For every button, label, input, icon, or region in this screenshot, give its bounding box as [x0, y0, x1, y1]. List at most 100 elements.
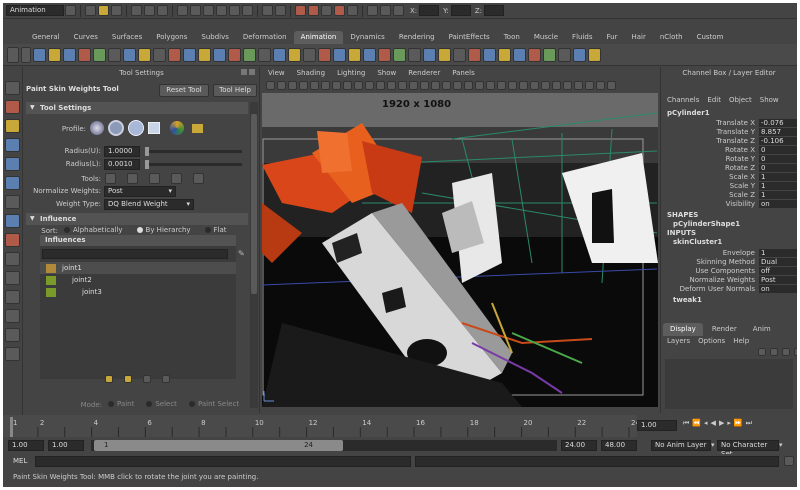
manipulator-tool-icon[interactable] — [5, 195, 20, 209]
step-forward-frame-icon[interactable]: ▸ — [727, 419, 731, 428]
channel-value[interactable]: -0.076 — [759, 119, 797, 128]
rotate-tool-icon[interactable] — [5, 157, 20, 171]
create-clip-icon[interactable] — [153, 47, 166, 62]
viewport-tool-27-icon[interactable] — [552, 81, 561, 90]
lasso-tool-icon[interactable] — [5, 100, 20, 114]
viewport-tool-32-icon[interactable] — [607, 81, 616, 90]
radius-u-field[interactable]: 1.0000 — [104, 146, 140, 157]
channel-object-name[interactable]: pCylinder1 — [661, 108, 797, 119]
channel-row[interactable]: Scale Z 1 — [661, 191, 797, 200]
viewport-tool-12-icon[interactable] — [387, 81, 396, 90]
channel-value[interactable]: 1 — [759, 173, 797, 182]
viewport-tool-23-icon[interactable] — [508, 81, 517, 90]
snap-surface-icon[interactable] — [229, 5, 240, 16]
reset-tool-button[interactable]: Reset Tool — [159, 84, 209, 97]
radius-l-slider-handle[interactable] — [145, 160, 149, 169]
copy-weights-icon[interactable] — [288, 47, 301, 62]
channel-value[interactable]: 0 — [759, 146, 797, 155]
influence-pin-icon[interactable]: ✎ — [238, 250, 246, 258]
viewport-tool-21-icon[interactable] — [486, 81, 495, 90]
add-influence-icon[interactable] — [333, 47, 346, 62]
ik-handle-icon[interactable] — [198, 47, 211, 62]
channel-value[interactable]: 1 — [759, 249, 797, 258]
snap-point-icon[interactable] — [203, 5, 214, 16]
channel-value[interactable]: off — [759, 267, 797, 276]
scrollbar-thumb[interactable] — [251, 114, 257, 294]
time-slider[interactable]: 124681012141618202224 — [3, 415, 640, 437]
weight-hammer-icon[interactable] — [149, 173, 160, 184]
mode-option-select[interactable]: Select — [146, 400, 177, 408]
new-layer-from-selected-icon[interactable] — [794, 348, 797, 356]
channel-menu-edit[interactable]: Edit — [707, 93, 721, 107]
sort-option-by-hierarchy[interactable]: By Hierarchy — [136, 226, 191, 234]
input-line-menu-icon[interactable] — [367, 5, 378, 16]
paint-weights-icon[interactable] — [258, 47, 271, 62]
viewport-tool-6-icon[interactable] — [321, 81, 330, 90]
current-time-marker[interactable] — [10, 417, 13, 437]
viewport-tool-9-icon[interactable] — [354, 81, 363, 90]
wrinkle-icon[interactable] — [558, 47, 571, 62]
character-set-icon[interactable] — [168, 47, 181, 62]
layer-menu-options[interactable]: Options — [698, 337, 725, 345]
viewport-menu-shading[interactable]: Shading — [297, 67, 325, 79]
layer-menu-layers[interactable]: Layers — [667, 337, 690, 345]
shelf-tab-deformation[interactable]: Deformation — [236, 31, 294, 44]
highlight-selection-icon[interactable] — [393, 5, 404, 16]
render-settings-icon[interactable] — [321, 5, 332, 16]
play-backward-icon[interactable]: ◀ — [711, 419, 716, 428]
gaussian-brush-icon[interactable] — [90, 121, 104, 135]
layer-tab-anim[interactable]: Anim — [746, 323, 778, 336]
viewport-tool-14-icon[interactable] — [409, 81, 418, 90]
z-field[interactable] — [484, 5, 505, 16]
paint-tool-icon[interactable] — [5, 233, 20, 247]
open-scene-icon[interactable] — [98, 5, 109, 16]
scale-constraint-icon[interactable] — [393, 47, 406, 62]
shelf-tab-general[interactable]: General — [25, 31, 67, 44]
graph-editor-layout-icon[interactable] — [5, 328, 20, 342]
dope-sheet-icon[interactable] — [123, 47, 136, 62]
scale-tool-icon[interactable] — [5, 176, 20, 190]
viewport-tool-22-icon[interactable] — [497, 81, 506, 90]
float-panel-icon[interactable] — [241, 69, 247, 75]
playback-start-field[interactable]: 1.00 — [48, 439, 84, 451]
set-key-rotate-icon[interactable] — [78, 47, 91, 62]
render-view-icon[interactable] — [334, 5, 345, 16]
cluster-icon[interactable] — [528, 47, 541, 62]
weight-type-select[interactable]: DQ Blend Weight ▾ — [104, 199, 194, 210]
wire-icon[interactable] — [543, 47, 556, 62]
y-field[interactable] — [450, 5, 471, 16]
joint-row[interactable]: joint2 — [40, 274, 236, 286]
viewport-tool-8-icon[interactable] — [343, 81, 352, 90]
detach-skin-icon[interactable] — [303, 47, 316, 62]
channel-row[interactable]: Rotate Z 0 — [661, 164, 797, 173]
step-back-frame-icon[interactable]: ◂ — [704, 419, 708, 428]
range-slider[interactable]: 1 24 — [91, 439, 557, 451]
viewport-tool-16-icon[interactable] — [431, 81, 440, 90]
command-input[interactable] — [35, 455, 411, 467]
mode-option-paint[interactable]: Paint — [108, 400, 134, 408]
blend-shape-icon[interactable] — [498, 47, 511, 62]
go-to-bind-pose-icon[interactable] — [318, 47, 331, 62]
layer-move-down-icon[interactable] — [770, 348, 778, 356]
tool-settings-section-header[interactable]: Tool Settings — [26, 102, 248, 114]
tweak-name[interactable]: tweak1 — [661, 296, 797, 305]
move-weights-icon[interactable] — [171, 173, 182, 184]
smooth-bind-icon[interactable] — [228, 47, 241, 62]
close-panel-icon[interactable] — [249, 69, 255, 75]
save-scene-icon[interactable] — [111, 5, 122, 16]
channel-value[interactable]: 1 — [759, 182, 797, 191]
layer-tab-render[interactable]: Render — [705, 323, 744, 336]
unlock-selected-icon[interactable] — [124, 375, 132, 383]
channel-value[interactable]: Dual Qua... — [759, 258, 797, 275]
radius-u-slider-handle[interactable] — [145, 147, 149, 156]
normal-constraint-icon[interactable] — [468, 47, 481, 62]
solid-brush-icon[interactable] — [128, 120, 144, 136]
layer-tab-display[interactable]: Display — [663, 323, 703, 336]
viewport-tool-19-icon[interactable] — [464, 81, 473, 90]
soft-brush-icon[interactable] — [108, 120, 124, 136]
joint-row[interactable]: joint3 — [40, 286, 236, 298]
viewport-tool-13-icon[interactable] — [398, 81, 407, 90]
set-key-scale-icon[interactable] — [93, 47, 106, 62]
shelf-tab-fluids[interactable]: Fluids — [565, 31, 599, 44]
channel-value[interactable]: -0.106 — [759, 137, 797, 146]
